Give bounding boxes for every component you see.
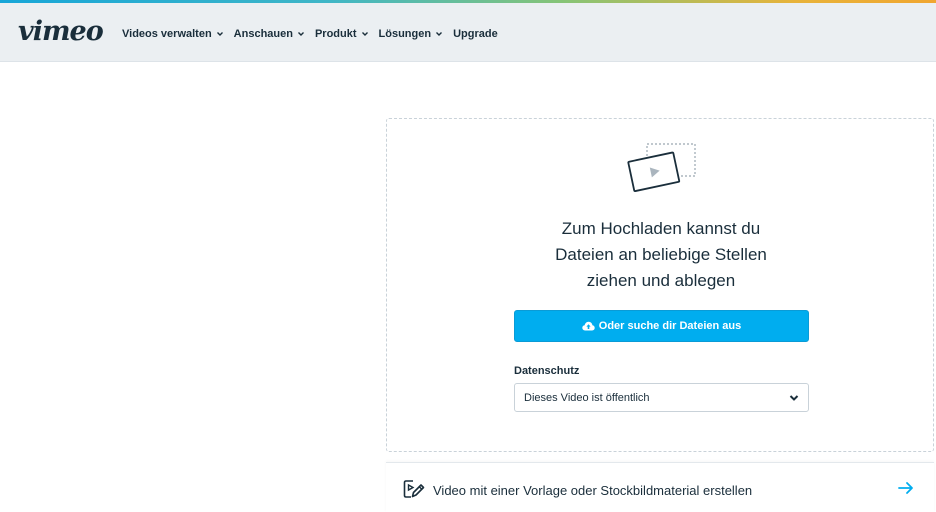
edit-video-icon — [403, 480, 425, 498]
drop-instructions: Zum Hochladen kannst du Dateien an belie… — [387, 216, 935, 294]
nav-item-label: Videos verwalten — [122, 28, 212, 40]
upload-dropzone[interactable]: Zum Hochladen kannst du Dateien an belie… — [386, 118, 934, 452]
nav-item-loesungen[interactable]: Lösungen — [379, 28, 444, 40]
create-from-template-label: Video mit einer Vorlage oder Stockbildma… — [433, 483, 753, 498]
chevron-down-icon — [297, 32, 304, 36]
browse-files-label: Oder suche dir Dateien aus — [598, 320, 742, 332]
nav-item-videos-verwalten[interactable]: Videos verwalten — [122, 28, 224, 40]
nav-item-label: Anschauen — [233, 28, 293, 40]
browse-files-button[interactable]: Oder suche dir Dateien aus — [514, 310, 809, 342]
privacy-selected-value: Dieses Video ist öffentlich — [524, 391, 650, 404]
create-from-template-link[interactable]: Video mit einer Vorlage oder Stockbildma… — [386, 462, 934, 512]
drop-text-line: ziehen und ablegen — [586, 271, 736, 290]
drop-text-line: Zum Hochladen kannst du — [561, 219, 761, 238]
drop-text-line: Dateien an beliebige Stellen — [555, 245, 767, 264]
chevron-down-icon — [436, 32, 443, 36]
arrow-right-icon — [898, 482, 913, 494]
chevron-down-icon — [216, 32, 223, 36]
nav-item-label: Produkt — [314, 28, 357, 40]
top-navigation: vimeo Videos verwalten Anschauen Produkt… — [0, 3, 936, 62]
nav-item-label: Lösungen — [378, 28, 432, 40]
nav-item-upgrade[interactable]: Upgrade — [453, 28, 498, 40]
nav-item-anschauen[interactable]: Anschauen — [234, 28, 305, 40]
chevron-down-icon — [361, 32, 368, 36]
chevron-down-icon — [789, 395, 799, 401]
privacy-select[interactable]: Dieses Video ist öffentlich — [514, 383, 809, 412]
nav-item-label: Upgrade — [453, 28, 498, 40]
vimeo-logo[interactable]: vimeo — [18, 17, 104, 47]
privacy-label: Datenschutz — [514, 365, 580, 377]
video-frame-icon — [627, 143, 696, 192]
nav-item-produkt[interactable]: Produkt — [315, 28, 369, 40]
cloud-upload-icon — [582, 321, 595, 331]
main-nav: Videos verwalten Anschauen Produkt Lösun… — [122, 28, 508, 40]
